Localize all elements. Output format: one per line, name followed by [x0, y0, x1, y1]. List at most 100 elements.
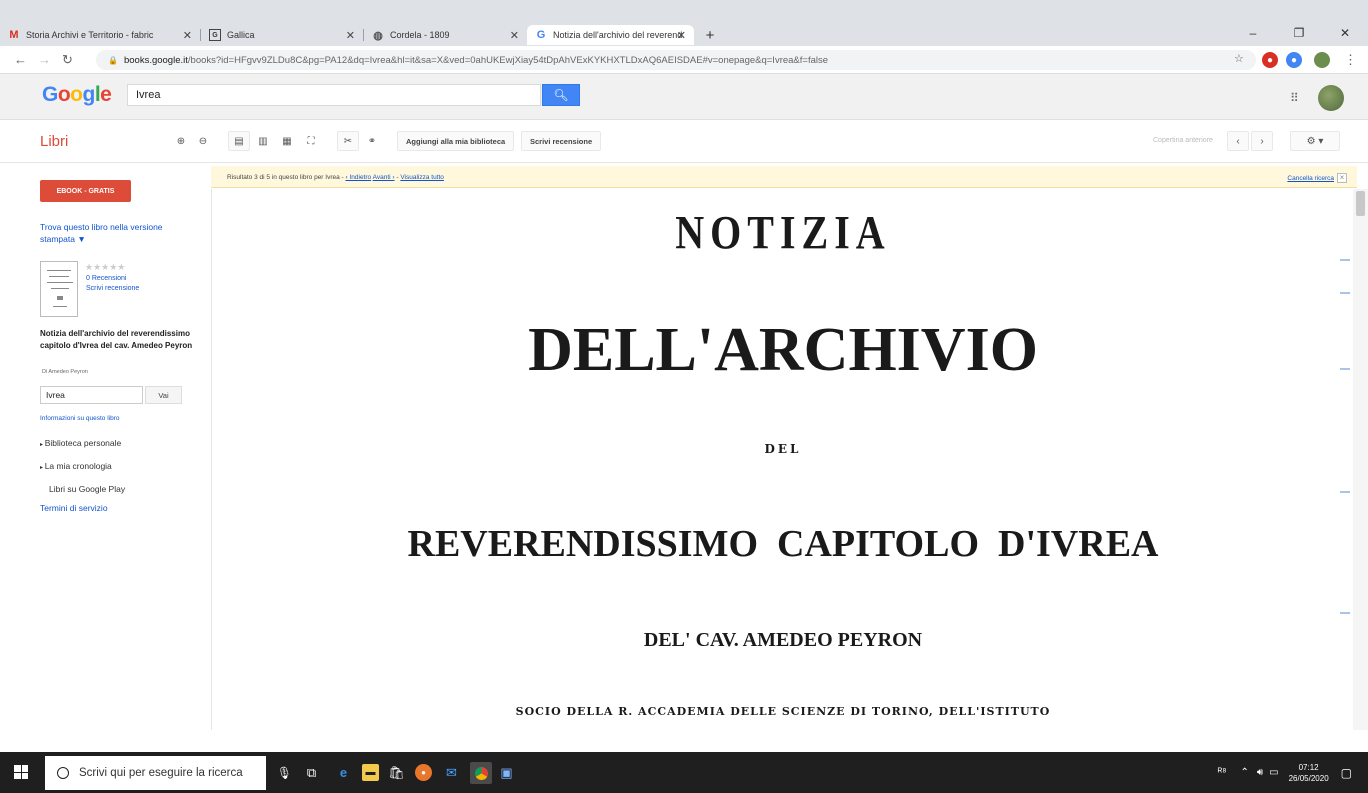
sidebar-item-history[interactable]: ▸ La mia cronologia — [40, 461, 112, 471]
zoom-in-icon[interactable]: ⊕ — [170, 131, 192, 151]
single-page-icon[interactable]: ▤ — [228, 131, 250, 151]
clip-icon[interactable]: ✂ — [337, 131, 359, 151]
result-marker[interactable] — [1340, 368, 1350, 370]
search-button[interactable]: 🔍︎ — [542, 84, 580, 106]
minimize-icon[interactable]: – — [1230, 26, 1276, 40]
chevron-left-icon[interactable]: ‹ — [1227, 131, 1249, 151]
close-icon[interactable]: ✕ — [183, 29, 192, 42]
back-icon[interactable]: ← — [14, 52, 27, 67]
section-title[interactable]: Libri — [40, 133, 68, 150]
page-line-socio: SOCIO DELLA R. ACCADEMIA DELLE SCIENZE D… — [515, 705, 1051, 718]
thumbnails-icon[interactable]: ▦ — [276, 131, 298, 151]
extension-icon[interactable]: ● — [1286, 52, 1302, 68]
avatar[interactable] — [1318, 85, 1344, 111]
go-button[interactable]: Vai — [145, 386, 182, 404]
show-all-link[interactable]: Visualizza tutto — [400, 174, 444, 181]
tab-label: Storia Archivi e Territorio - fabric — [26, 30, 154, 40]
photos-icon[interactable]: ▣ — [498, 764, 515, 781]
page-scrollbar[interactable] — [1353, 189, 1368, 730]
taskbar-search-placeholder: Scrivi qui per eseguire la ricerca — [79, 767, 243, 779]
gallica-icon: G — [209, 29, 221, 41]
previous-cover-label[interactable]: Copertina anteriore — [1153, 137, 1213, 144]
notification-icon[interactable]: ▢ — [1341, 766, 1352, 780]
new-tab-button[interactable]: + — [700, 25, 720, 45]
clock[interactable]: 07:12 26/05/2020 — [1289, 762, 1329, 784]
add-to-library-button[interactable]: Aggiungi alla mia biblioteca — [397, 131, 515, 151]
windows-start-icon[interactable] — [14, 765, 28, 779]
book-info-link[interactable]: Informazioni su questo libro — [40, 415, 120, 422]
result-marker[interactable] — [1340, 292, 1350, 294]
maximize-icon[interactable]: ❐ — [1276, 26, 1322, 40]
sidebar-item-play-books[interactable]: Libri su Google Play — [49, 484, 125, 494]
tab-label: Gallica — [227, 30, 255, 40]
fullscreen-icon[interactable]: ⛶ — [300, 131, 322, 151]
write-review-button[interactable]: Scrivi recensione — [521, 131, 602, 151]
clock-date: 26/05/2020 — [1288, 773, 1329, 783]
clear-search-link[interactable]: Cancella ricerca — [1287, 175, 1334, 182]
apps-grid-icon[interactable]: ⠿ — [1290, 91, 1299, 105]
scrollbar-thumb[interactable] — [1356, 191, 1365, 216]
ebook-free-button[interactable]: EBOOK - GRATIS — [40, 180, 131, 202]
people-icon[interactable]: ᴿ⁸ — [1218, 767, 1227, 778]
close-icon[interactable]: × — [1337, 173, 1347, 183]
profile-avatar[interactable] — [1314, 52, 1330, 68]
back-link[interactable]: ‹ Indietro — [346, 174, 372, 181]
forward-icon[interactable]: → — [38, 52, 51, 67]
in-book-search-input[interactable]: Ivrea — [40, 386, 143, 404]
close-icon[interactable]: ✕ — [677, 29, 686, 42]
search-icon: 🔍︎ — [553, 88, 569, 102]
address-bar-row: ← → ↻ 🔒 books.google.it/books?id=HFgvv9Z… — [0, 46, 1368, 74]
result-marker[interactable] — [1340, 259, 1350, 261]
result-marker[interactable] — [1340, 612, 1350, 614]
taskbar-search-box[interactable]: Scrivi qui per eseguire la ricerca 🎙︎ — [45, 756, 292, 790]
microphone-icon[interactable]: 🎙︎ — [277, 766, 292, 780]
store-icon[interactable]: 🛍︎ — [388, 764, 405, 781]
zoom-out-icon[interactable]: ⊖ — [192, 131, 214, 151]
terms-link[interactable]: Termini di servizio — [40, 503, 108, 513]
sidebar-item-label: Biblioteca personale — [44, 438, 122, 448]
file-explorer-icon[interactable]: ▬ — [362, 764, 379, 781]
tab-cordela[interactable]: ◍ Cordela - 1809 ✕ — [364, 25, 527, 45]
tab-label: Cordela - 1809 — [390, 30, 450, 40]
two-page-icon[interactable]: ▥ — [252, 131, 274, 151]
book-page-viewer[interactable]: NOTIZIA DELL'ARCHIVIO DEL REVERENDISSIMO… — [211, 189, 1353, 730]
find-print-link[interactable]: Trova questo libro nella versione stampa… — [40, 221, 190, 245]
close-icon[interactable]: ✕ — [346, 29, 355, 42]
settings-gear-icon[interactable]: ⚙ ▾ — [1290, 131, 1340, 151]
reload-icon[interactable]: ↻ — [62, 52, 73, 68]
close-icon[interactable]: ✕ — [510, 29, 519, 42]
link-icon[interactable]: ⚭ — [361, 131, 383, 151]
google-header: Google Ivrea 🔍︎ ⠿ — [0, 74, 1368, 120]
volume-icon[interactable]: 🔊︎ — [1257, 767, 1263, 778]
edge-icon[interactable]: e — [335, 764, 352, 781]
tab-gmail[interactable]: M Storia Archivi e Territorio - fabric ✕ — [0, 25, 200, 45]
star-icon[interactable]: ☆ — [1234, 52, 1244, 65]
tab-gallica[interactable]: G Gallica ✕ — [201, 25, 363, 45]
left-sidebar: EBOOK - GRATIS Trova questo libro nella … — [0, 164, 211, 730]
close-window-icon[interactable]: ✕ — [1322, 26, 1368, 40]
window-controls: – ❐ ✕ — [1230, 26, 1368, 40]
write-review-link[interactable]: Scrivi recensione — [86, 285, 139, 292]
menu-dots-icon[interactable]: ⋮ — [1344, 52, 1357, 68]
chevron-right-icon[interactable]: › — [1251, 131, 1273, 151]
book-thumbnail[interactable] — [40, 261, 78, 317]
book-author: Di Amedeo Peyron — [42, 369, 88, 375]
page-line-notizia: NOTIZIA — [675, 205, 891, 260]
network-icon[interactable]: ▭ — [1269, 767, 1278, 778]
firefox-icon[interactable]: ● — [415, 764, 432, 781]
extension-icon[interactable]: ● — [1262, 52, 1278, 68]
result-marker[interactable] — [1340, 491, 1350, 493]
tab-notizia[interactable]: G Notizia dell'archivio del reverend ✕ — [527, 25, 694, 45]
sidebar-item-personal-library[interactable]: ▸ Biblioteca personale — [40, 438, 121, 448]
rating-stars: ★★★★★ — [85, 262, 126, 272]
mail-icon[interactable]: ✉ — [443, 764, 460, 781]
chrome-icon[interactable] — [470, 762, 492, 784]
google-search-input[interactable]: Ivrea — [127, 84, 541, 106]
task-view-icon[interactable]: ⧉ — [303, 764, 320, 781]
google-logo[interactable]: Google — [42, 83, 112, 107]
next-link[interactable]: Avanti › — [373, 174, 395, 181]
page-line-author: DEL' CAV. AMEDEO PEYRON — [643, 629, 923, 651]
reviews-link[interactable]: 0 Recensioni — [86, 275, 126, 282]
url-bar[interactable]: 🔒 books.google.it/books?id=HFgvv9ZLDu8C&… — [96, 50, 1256, 70]
chevron-up-icon[interactable]: ⌃ — [1240, 767, 1248, 778]
